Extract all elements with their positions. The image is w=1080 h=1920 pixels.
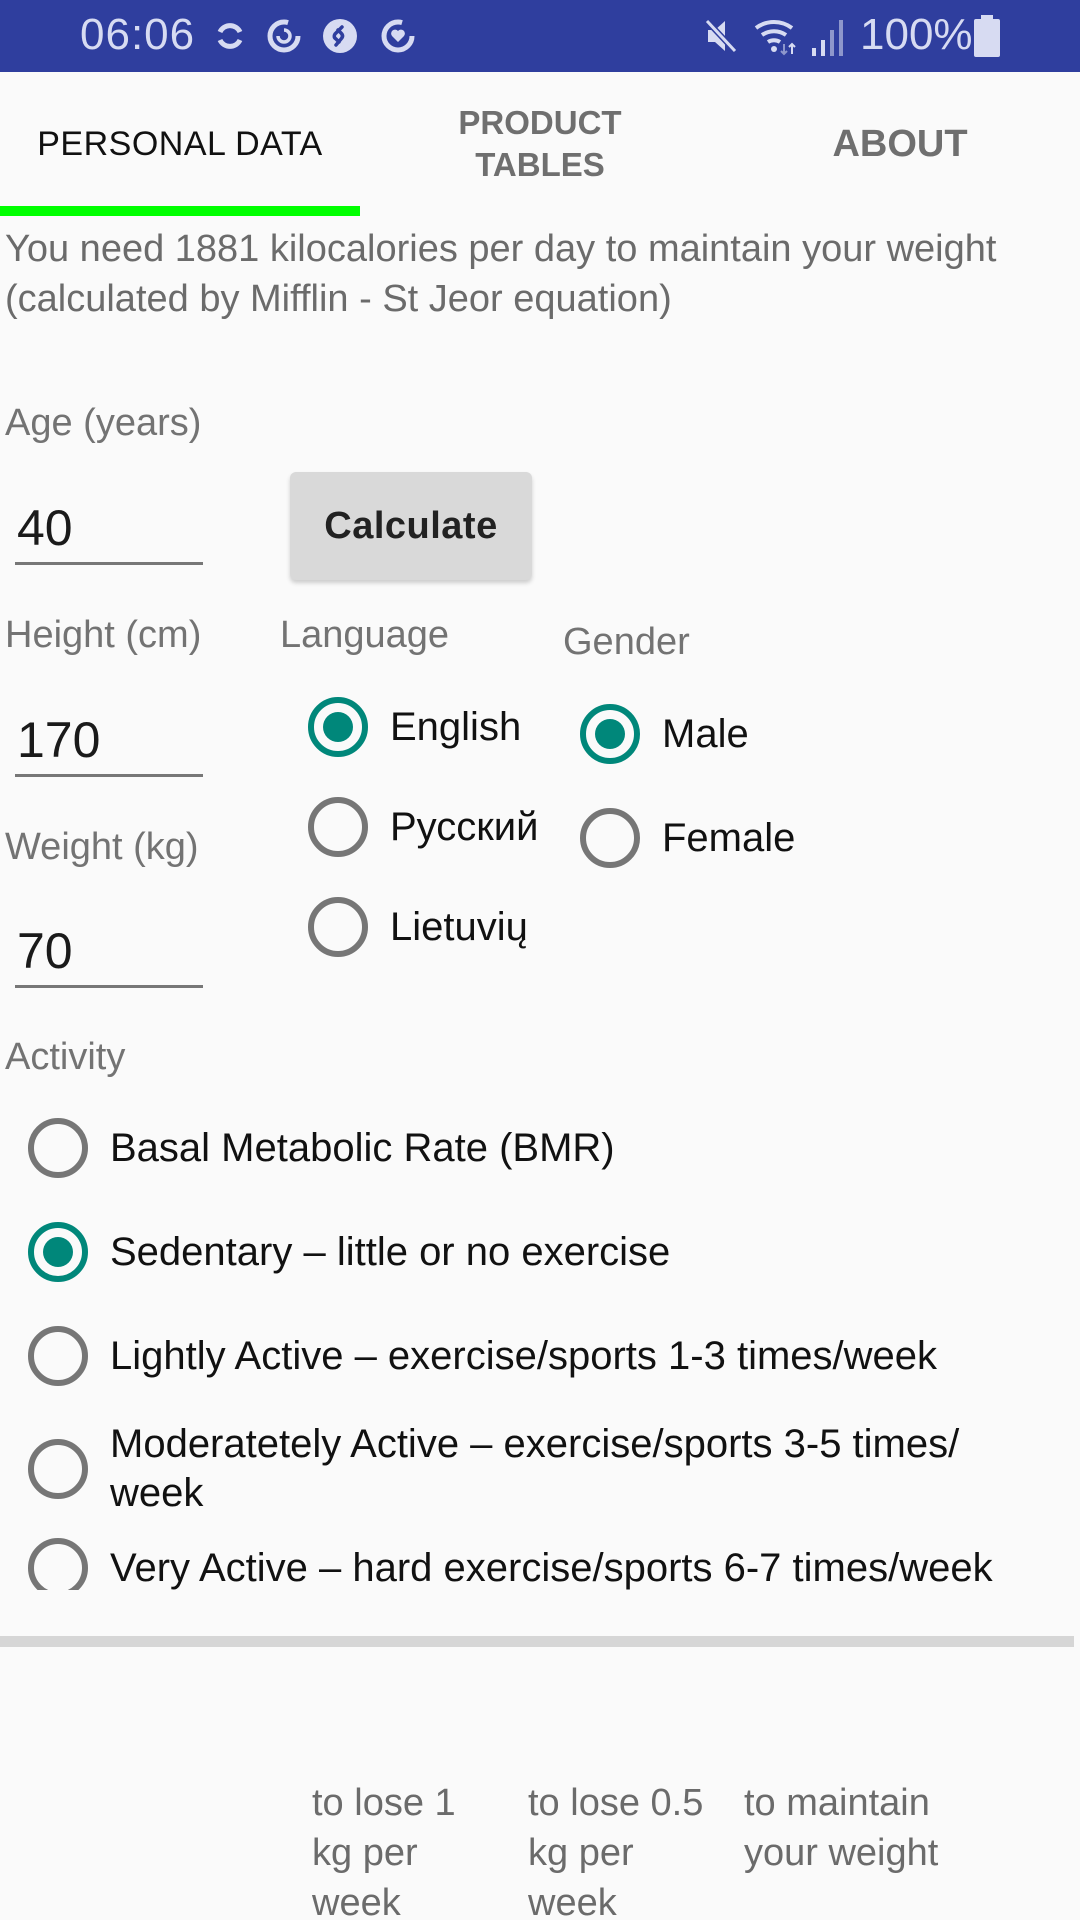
height-label: Height (cm) <box>5 614 202 656</box>
tab-bar: PERSONAL DATA PRODUCT TABLES ABOUT <box>0 72 1080 216</box>
radio-checked-icon[interactable] <box>580 704 640 764</box>
radio-label: Basal Metabolic Rate (BMR) <box>110 1125 615 1170</box>
calorie-result-text: You need 1881 kilocalories per day to ma… <box>5 228 997 270</box>
radio-unchecked-icon[interactable] <box>28 1118 88 1178</box>
height-field[interactable] <box>15 707 203 777</box>
active-tab-indicator <box>0 206 360 216</box>
language-option-english[interactable]: English <box>308 697 521 757</box>
activity-label: Activity <box>5 1036 126 1078</box>
radio-label: Very Active – hard exercise/sports 6-7 t… <box>110 1545 993 1590</box>
radio-label: Male <box>662 711 749 756</box>
clock: 06:06 <box>80 10 196 59</box>
radio-label: Female <box>662 815 796 860</box>
wifi-icon <box>754 20 796 56</box>
gender-label: Gender <box>563 621 690 663</box>
radio-label: Lietuvių <box>390 904 528 949</box>
mute-icon <box>703 17 739 55</box>
height-input[interactable] <box>15 707 203 773</box>
goal-header-maintain: to maintain your weight <box>744 1782 939 1874</box>
age-label: Age (years) <box>5 402 202 444</box>
weight-field[interactable] <box>15 918 203 988</box>
radio-label: Moderatetely Active – exercise/sports 3-… <box>110 1422 960 1515</box>
radio-label: Lightly Active – exercise/sports 1-3 tim… <box>110 1333 938 1378</box>
radio-unchecked-icon[interactable] <box>28 1326 88 1386</box>
gender-option-male[interactable]: Male <box>580 704 749 764</box>
radio-unchecked-icon[interactable] <box>308 797 368 857</box>
radio-unchecked-icon[interactable] <box>28 1439 88 1499</box>
tab-product-tables[interactable]: PRODUCT TABLES <box>360 72 720 216</box>
language-option-russian[interactable]: Русский <box>308 797 538 857</box>
battery-percent: 100% <box>860 10 973 59</box>
goal-header-lose-1kg: to lose 1 kg per week <box>312 1782 456 1920</box>
battery-icon <box>974 15 1000 57</box>
radio-unchecked-icon[interactable] <box>580 808 640 868</box>
weight-input[interactable] <box>15 918 203 984</box>
radio-label: English <box>390 704 522 749</box>
activity-option-lightly-active[interactable]: Lightly Active – exercise/sports 1-3 tim… <box>28 1326 937 1386</box>
activity-option-sedentary[interactable]: Sedentary – little or no exercise <box>28 1222 670 1282</box>
calorie-summary: You need 1881 kilocalories per day to ma… <box>5 224 1065 324</box>
gender-option-female[interactable]: Female <box>580 808 795 868</box>
tab-personal-data[interactable]: PERSONAL DATA <box>0 72 360 216</box>
radio-unchecked-icon[interactable] <box>28 1538 88 1590</box>
weight-label: Weight (kg) <box>5 826 199 868</box>
refresh-circle-icon <box>267 19 301 53</box>
shazam-icon <box>323 19 357 53</box>
activity-radio-group[interactable]: Basal Metabolic Rate (BMR) Sedentary – l… <box>28 1100 1068 1590</box>
calculate-button[interactable]: Calculate <box>290 472 532 580</box>
activity-option-bmr[interactable]: Basal Metabolic Rate (BMR) <box>28 1118 615 1178</box>
radio-checked-icon[interactable] <box>28 1222 88 1282</box>
activity-option-moderately-active[interactable]: Moderatetely Active – exercise/sports 3-… <box>28 1420 1058 1518</box>
language-option-lithuanian[interactable]: Lietuvių <box>308 897 528 957</box>
age-input[interactable] <box>15 495 203 561</box>
sync-icon <box>217 23 243 49</box>
status-bar: 06:06 100% <box>0 0 1080 72</box>
radio-unchecked-icon[interactable] <box>308 897 368 957</box>
scroll-divider <box>0 1636 1074 1647</box>
activity-option-very-active[interactable]: Very Active – hard exercise/sports 6-7 t… <box>28 1538 993 1590</box>
radio-checked-icon[interactable] <box>308 697 368 757</box>
tab-about[interactable]: ABOUT <box>720 72 1080 216</box>
heart-circle-icon <box>381 19 415 53</box>
signal-icon <box>812 20 843 56</box>
equation-note: (calculated by Mifflin - St Jeor equatio… <box>5 278 672 320</box>
radio-label: Русский <box>390 804 539 849</box>
radio-label: Sedentary – little or no exercise <box>110 1229 671 1274</box>
age-field[interactable] <box>15 495 203 565</box>
goal-header-lose-0-5kg: to lose 0.5 kg per week <box>528 1782 704 1920</box>
language-label: Language <box>280 614 450 656</box>
